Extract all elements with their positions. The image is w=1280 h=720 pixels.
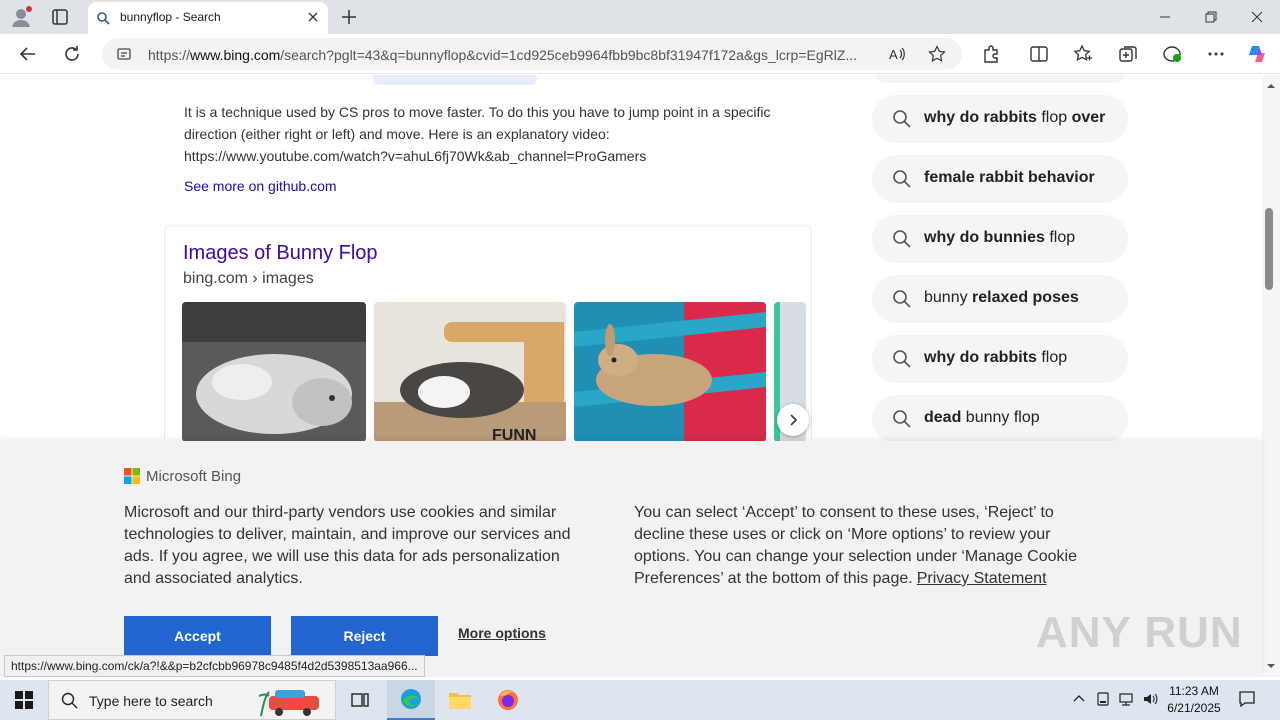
search-icon xyxy=(892,169,912,189)
related-search-item[interactable]: dead bunny flop xyxy=(872,395,1128,443)
previous-card-tab[interactable] xyxy=(373,75,537,85)
task-view-icon[interactable] xyxy=(336,680,384,720)
favorite-star-icon[interactable] xyxy=(928,45,946,63)
refresh-button[interactable] xyxy=(60,42,84,66)
related-search-label: flop xyxy=(1044,229,1076,246)
notifications-icon[interactable] xyxy=(1238,690,1256,708)
search-icon xyxy=(892,409,912,429)
browser-essentials-icon[interactable] xyxy=(1161,43,1183,65)
close-tab-icon[interactable] xyxy=(306,10,320,24)
svg-text:FUNN: FUNN xyxy=(492,427,536,442)
navigation-bar: https://www.bing.com/search?pglt=43&q=bu… xyxy=(0,34,1280,74)
bunny-image-1[interactable] xyxy=(182,302,366,442)
show-hidden-icons-icon[interactable] xyxy=(1070,690,1088,708)
scrollbar-thumb[interactable] xyxy=(1265,208,1273,290)
cookie-description: Microsoft and our third-party vendors us… xyxy=(124,504,571,587)
search-icon xyxy=(892,109,912,129)
bunny-image-3[interactable] xyxy=(574,302,766,442)
favorites-icon[interactable] xyxy=(1072,43,1094,65)
firefox-icon[interactable] xyxy=(484,680,532,720)
restore-button[interactable] xyxy=(1188,0,1234,34)
clock-date: 6/21/2025 xyxy=(1167,701,1221,715)
tab-active[interactable]: bunnyflop - Search xyxy=(88,2,328,34)
tab-actions-icon[interactable] xyxy=(50,7,70,27)
images-title-link[interactable]: Images of Bunny Flop xyxy=(183,242,378,265)
taskbar-search[interactable]: Type here to search xyxy=(48,680,336,720)
address-bar[interactable]: https://www.bing.com/search?pglt=43&q=bu… xyxy=(102,38,962,70)
related-search-label: dead xyxy=(924,409,962,426)
taskbar: Type here to search 11:23 AM 6/21/2025 xyxy=(0,680,1280,720)
watermark: ANY RUN xyxy=(1036,608,1243,657)
related-search-label: bunny flop xyxy=(961,409,1040,426)
edge-taskbar-icon[interactable] xyxy=(387,680,435,720)
tab-title: bunnyflop - Search xyxy=(120,10,221,24)
related-search-label: over xyxy=(1071,109,1106,126)
search-icon xyxy=(892,229,912,249)
related-search-label: bunny xyxy=(924,289,973,306)
images-source: bing.com › images xyxy=(183,270,314,287)
related-search-item[interactable]: female rabbit behavior xyxy=(872,155,1128,203)
new-tab-button[interactable] xyxy=(339,7,359,27)
title-bar: bunnyflop - Search xyxy=(0,0,1280,34)
split-screen-icon[interactable] xyxy=(1028,43,1050,65)
see-more-link[interactable]: See more on github.com xyxy=(184,178,337,194)
reject-button[interactable]: Reject xyxy=(291,616,438,656)
status-bar-url: https://www.bing.com/ck/a?!&&p=b2cfcbb96… xyxy=(4,655,425,677)
privacy-statement-link[interactable]: Privacy Statement xyxy=(917,570,1047,587)
device-icon[interactable] xyxy=(1094,690,1112,708)
extensions-icon[interactable] xyxy=(980,43,1002,65)
network-icon[interactable] xyxy=(1117,690,1135,708)
close-window-button[interactable] xyxy=(1234,0,1280,34)
more-options-link[interactable]: More options xyxy=(458,625,546,641)
related-search-item[interactable]: bunny relaxed poses xyxy=(872,275,1128,323)
carousel-next-button[interactable] xyxy=(777,404,809,436)
related-search-label: flop xyxy=(1036,349,1068,366)
result-snippet: It is a technique used by CS pros to mov… xyxy=(184,104,771,164)
search-icon xyxy=(892,349,912,369)
read-aloud-icon[interactable]: A xyxy=(888,45,906,63)
search-highlight-icon xyxy=(258,690,319,717)
related-search-label: flop xyxy=(1036,109,1072,126)
svg-text:A: A xyxy=(889,47,898,62)
bunny-image-2[interactable]: FUNN xyxy=(374,302,566,442)
related-search-label: why do bunnies xyxy=(924,229,1045,246)
vertical-scrollbar[interactable] xyxy=(1262,75,1280,677)
copilot-icon[interactable] xyxy=(1246,43,1268,65)
search-icon xyxy=(96,11,110,25)
profile-icon[interactable] xyxy=(10,6,32,28)
clock[interactable]: 11:23 AM 6/21/2025 xyxy=(1166,683,1222,717)
volume-icon[interactable] xyxy=(1141,690,1159,708)
related-search-label: relaxed poses xyxy=(972,289,1079,306)
related-search-label: female rabbit behavior xyxy=(924,169,1095,186)
back-button[interactable] xyxy=(16,42,40,66)
related-search-item[interactable]: why do bunnies flop xyxy=(872,215,1128,263)
file-explorer-icon[interactable] xyxy=(436,680,484,720)
search-icon xyxy=(61,692,79,710)
lock-icon[interactable] xyxy=(116,46,132,62)
start-button[interactable] xyxy=(0,680,48,720)
cookie-options-text: You can select ‘Accept’ to consent to th… xyxy=(634,502,1094,590)
clock-time: 11:23 AM xyxy=(1169,684,1219,698)
taskbar-search-placeholder: Type here to search xyxy=(89,693,213,709)
related-search-label: why do rabbits xyxy=(924,349,1037,366)
microsoft-logo-icon xyxy=(124,468,140,484)
more-menu-icon[interactable] xyxy=(1205,43,1227,65)
related-search-partial[interactable] xyxy=(872,75,1128,83)
related-search-item[interactable]: why do rabbits flop xyxy=(872,335,1128,383)
related-search-item[interactable]: why do rabbits flop over xyxy=(872,95,1128,143)
url-text[interactable]: https://www.bing.com/search?pglt=43&q=bu… xyxy=(148,47,878,63)
accept-button[interactable]: Accept xyxy=(124,616,271,656)
search-icon xyxy=(892,289,912,309)
related-search-label: why do rabbits xyxy=(924,109,1037,126)
brand-name: Microsoft Bing xyxy=(146,468,242,485)
collections-icon[interactable] xyxy=(1117,43,1139,65)
minimize-button[interactable] xyxy=(1142,0,1188,34)
